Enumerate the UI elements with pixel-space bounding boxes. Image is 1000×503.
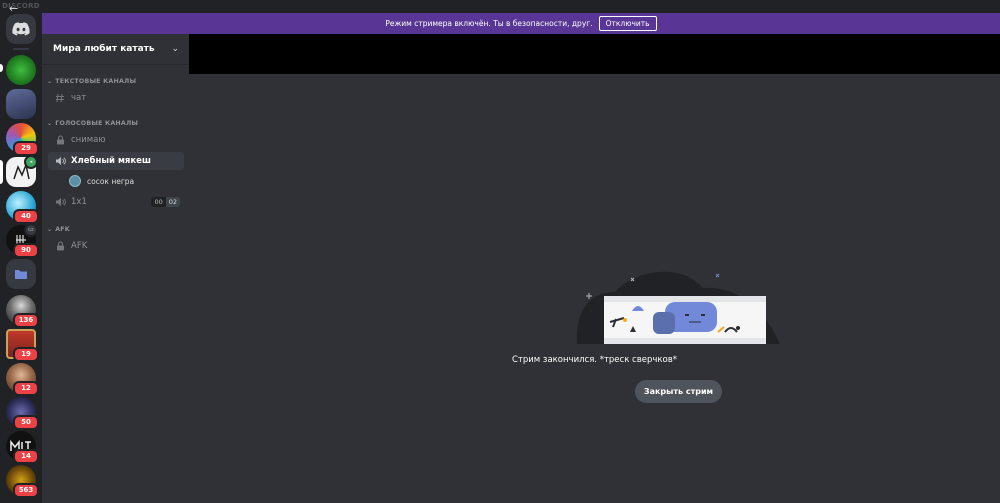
voice-channel-snimayu[interactable]: снимаю bbox=[48, 131, 184, 149]
discord-logo-icon bbox=[12, 22, 30, 36]
folder-icon bbox=[15, 270, 27, 279]
server-icon-4-selected[interactable]: ◂ bbox=[6, 155, 38, 187]
mention-badge: 90 bbox=[13, 243, 39, 258]
channel-name: Хлебный мякеш bbox=[71, 156, 151, 166]
voice-user-name: сосок негра bbox=[87, 176, 135, 186]
brand-label: DISCORD bbox=[2, 2, 40, 10]
voice-channel-khlebny-myakesh[interactable]: Хлебный мякеш bbox=[48, 152, 184, 170]
screen-share-icon: ▭ bbox=[24, 223, 38, 237]
server-icon-13[interactable]: 563 bbox=[6, 465, 39, 498]
category-afk[interactable]: ⌄ AFK bbox=[42, 223, 189, 235]
guild-name: Мира любит катать bbox=[53, 44, 155, 54]
server-icon-11[interactable]: 50 bbox=[6, 397, 39, 430]
stream-video-area bbox=[189, 34, 1000, 74]
server-icon-3[interactable]: 29 bbox=[6, 123, 39, 156]
server-icon-12[interactable]: 14 bbox=[6, 431, 39, 464]
mention-badge: 136 bbox=[13, 313, 39, 328]
server-rail: ← DISCORD 29 ◂ 40 ▭ 90 136 19 12 50 14 5… bbox=[0, 0, 42, 503]
server-folder[interactable] bbox=[6, 259, 36, 289]
category-arrow-icon: ⌄ bbox=[47, 77, 53, 85]
server-icon-8[interactable]: 136 bbox=[6, 295, 39, 328]
user-limit-counter: 00 02 bbox=[151, 197, 180, 207]
server-icon-5[interactable]: 40 bbox=[6, 191, 39, 224]
category-label: ТЕКСТОВЫЕ КАНАЛЫ bbox=[55, 77, 137, 85]
mention-badge: 29 bbox=[13, 141, 39, 156]
channel-name: 1х1 bbox=[71, 197, 87, 207]
category-arrow-icon: ⌄ bbox=[47, 119, 53, 127]
server-icon-6[interactable]: ▭ 90 bbox=[6, 223, 39, 258]
streamer-mode-banner: Режим стримера включён. Ты в безопасност… bbox=[42, 13, 1000, 34]
user-count: 00 bbox=[151, 197, 166, 207]
channel-name: чат bbox=[71, 93, 87, 103]
voice-speaker-icon: ◂ bbox=[24, 155, 38, 169]
channel-sidebar: Мира любит катать ⌄ ⌄ ТЕКСТОВЫЕ КАНАЛЫ ч… bbox=[42, 34, 189, 503]
category-text-channels[interactable]: ⌄ ТЕКСТОВЫЕ КАНАЛЫ bbox=[42, 75, 189, 87]
mention-badge: 14 bbox=[13, 449, 39, 464]
unread-pill bbox=[0, 64, 3, 72]
rail-separator bbox=[13, 48, 29, 50]
category-voice-channels[interactable]: ⌄ ГОЛОСОВЫЕ КАНАЛЫ bbox=[42, 117, 189, 129]
mention-badge: 50 bbox=[13, 415, 39, 430]
voice-channel-1x1[interactable]: 1х1 00 02 bbox=[48, 193, 184, 211]
channel-name: снимаю bbox=[71, 135, 106, 145]
close-stream-button[interactable]: Закрыть стрим bbox=[635, 380, 722, 403]
user-limit: 02 bbox=[165, 197, 180, 207]
speaker-icon bbox=[53, 156, 67, 166]
discord-window: ← DISCORD 29 ◂ 40 ▭ 90 136 19 12 50 14 5… bbox=[0, 0, 1000, 503]
lock-icon bbox=[53, 241, 67, 251]
channel-chat[interactable]: чат bbox=[48, 89, 184, 107]
mention-badge: 19 bbox=[13, 347, 39, 362]
category-label: AFK bbox=[55, 225, 70, 233]
stream-ended-message: Стрим закончился. *треск сверчков* bbox=[512, 355, 677, 365]
speaker-icon bbox=[53, 197, 67, 207]
avatar bbox=[69, 175, 81, 187]
hashtag-icon bbox=[53, 93, 67, 103]
voice-user[interactable]: сосок негра bbox=[42, 173, 189, 189]
selected-pill bbox=[0, 160, 3, 184]
category-arrow-icon: ⌄ bbox=[47, 225, 53, 233]
channel-name: AFK bbox=[71, 241, 88, 251]
mention-badge: 40 bbox=[13, 209, 39, 224]
voice-channel-afk[interactable]: AFK bbox=[48, 237, 184, 255]
mention-badge: 12 bbox=[13, 381, 39, 396]
mention-badge: 563 bbox=[13, 483, 39, 498]
server-icon-10[interactable]: 12 bbox=[6, 363, 39, 396]
disable-streamer-mode-button[interactable]: Отключить bbox=[598, 16, 657, 31]
home-button[interactable] bbox=[6, 14, 36, 44]
server-icon-9[interactable]: 19 bbox=[6, 329, 39, 362]
lock-icon bbox=[53, 135, 67, 145]
banner-text: Режим стримера включён. Ты в безопасност… bbox=[385, 19, 593, 28]
stream-ended-illustration bbox=[576, 271, 780, 344]
guild-header[interactable]: Мира любит катать ⌄ bbox=[42, 34, 189, 65]
category-label: ГОЛОСОВЫЕ КАНАЛЫ bbox=[55, 119, 139, 127]
chevron-down-icon: ⌄ bbox=[171, 44, 179, 54]
server-icon-2[interactable] bbox=[6, 89, 36, 119]
server-icon-1[interactable] bbox=[6, 55, 36, 85]
